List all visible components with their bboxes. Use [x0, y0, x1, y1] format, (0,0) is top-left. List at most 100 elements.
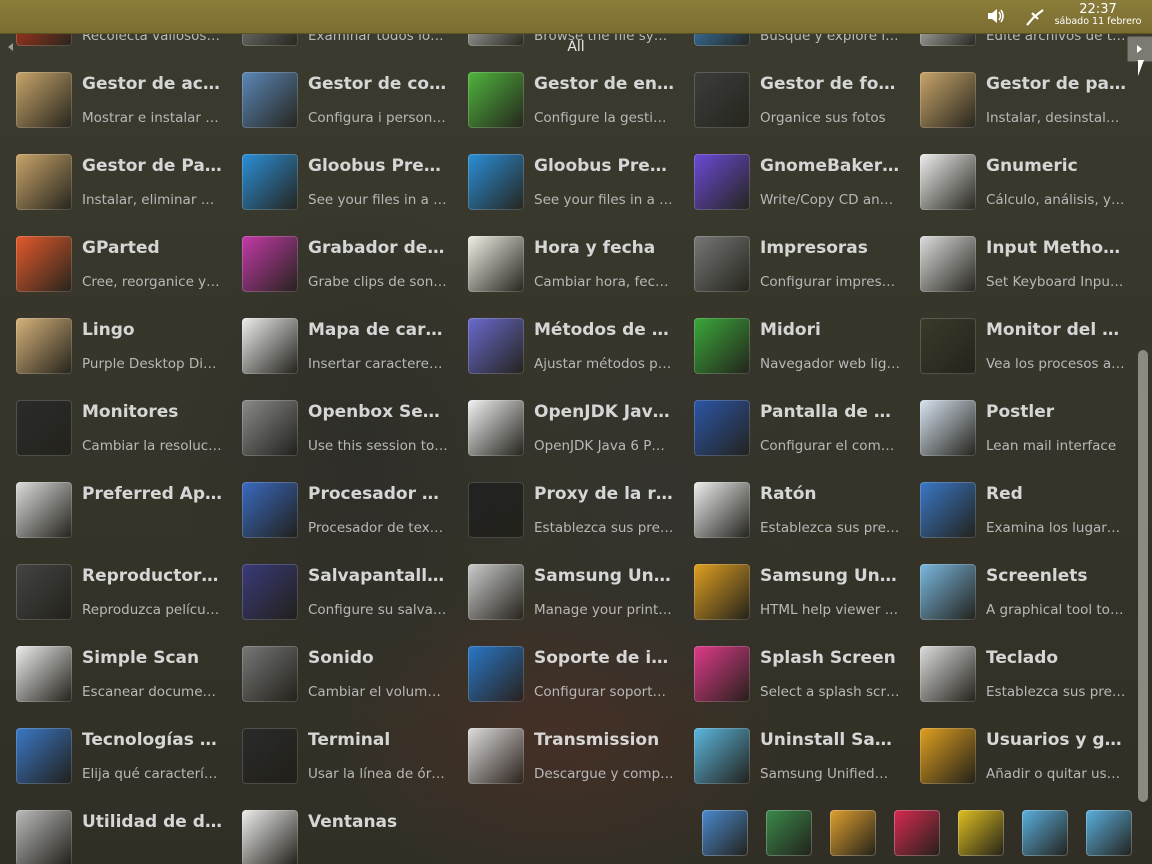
- app-launcher-item[interactable]: Ventanas: [226, 802, 448, 864]
- folder-icon[interactable]: [1086, 810, 1132, 856]
- app-description: Organice sus fotos: [760, 110, 886, 126]
- app-launcher-item[interactable]: GParted Cree, reorganice y…: [0, 228, 222, 298]
- clock-icon: [468, 236, 524, 292]
- app-launcher-item[interactable]: Lingo Purple Desktop Di…: [0, 310, 222, 380]
- app-launcher-item[interactable]: Transmission Descargue y comp…: [452, 720, 674, 790]
- app-launcher-item[interactable]: Grabador de … Grabe clips de sonido: [226, 228, 448, 298]
- gloobus-icon: [242, 154, 298, 210]
- package-install-icon: [16, 154, 72, 210]
- app-launcher-item[interactable]: Browse the file sys…: [452, 34, 674, 52]
- app-launcher-item[interactable]: Gestor de act… Mostrar e instalar l…: [0, 64, 222, 134]
- screenlets-icon: [920, 564, 976, 620]
- app-launcher-item[interactable]: Uninstall Sam… Samsung Unified…: [678, 720, 900, 790]
- app-launcher-item[interactable]: Pantalla de ac… Configurar el comp…: [678, 392, 900, 462]
- app-description: HTML help viewer …: [760, 602, 899, 618]
- app-name: Midori: [760, 320, 821, 340]
- network-icon[interactable]: [1024, 7, 1044, 26]
- app-launcher-item[interactable]: Screenlets A graphical tool to …: [904, 556, 1126, 626]
- maps-icon[interactable]: [702, 810, 748, 856]
- earth-icon[interactable]: [766, 810, 812, 856]
- app-launcher-item[interactable]: Gestor de ene… Configure la gestió…: [452, 64, 674, 134]
- disc-burner-icon: [694, 154, 750, 210]
- app-launcher-item[interactable]: Simple Scan Escanear docume…: [0, 638, 222, 708]
- app-name: Samsung Uni…: [760, 566, 900, 586]
- app-launcher-item[interactable]: Usuarios y gr… Añadir o quitar usu…: [904, 720, 1126, 790]
- app-launcher-item[interactable]: Reproductor … Reproduzca pelícu…: [0, 556, 222, 626]
- app-description: Establezca sus pre…: [760, 520, 900, 536]
- screensaver-icon: [242, 564, 298, 620]
- app-launcher-item[interactable]: Samsung Uni… Manage your print…: [452, 556, 674, 626]
- app-launcher-item[interactable]: Impresoras Configurar impreso…: [678, 228, 900, 298]
- launcher-icon[interactable]: [958, 810, 1004, 856]
- app-launcher-item[interactable]: Gestor de Pa… Instalar, eliminar y …: [0, 146, 222, 216]
- app-launcher-item[interactable]: Sonido Cambiar el volume…: [226, 638, 448, 708]
- app-description: Instalar, eliminar y …: [82, 192, 222, 208]
- app-launcher-item[interactable]: Proxy de la red Establezca sus pre…: [452, 474, 674, 544]
- home-folder-icon[interactable]: [830, 810, 876, 856]
- mouse-cursor: [1138, 60, 1144, 76]
- app-launcher-item[interactable]: Terminal Usar la línea de ór…: [226, 720, 448, 790]
- app-launcher-item[interactable]: Busque y explore i…: [678, 34, 900, 52]
- keyboard-icon: [920, 236, 976, 292]
- app-launcher-item[interactable]: Procesador d… Procesador de text…: [226, 474, 448, 544]
- app-launcher-item[interactable]: Examinar todos los…: [226, 34, 448, 52]
- battery-icon: [468, 72, 524, 128]
- app-name: Tecnologías …: [82, 730, 217, 750]
- app-launcher-item[interactable]: Postler Lean mail interface: [904, 392, 1126, 462]
- app-launcher-item[interactable]: Input Method … Set Keyboard Inpu…: [904, 228, 1126, 298]
- app-launcher-item[interactable]: Soporte de idi… Configurar soporte…: [452, 638, 674, 708]
- character-map-icon: [242, 318, 298, 374]
- app-launcher-item[interactable]: Midori Navegador web lig…: [678, 310, 900, 380]
- system-monitor-icon: [920, 318, 976, 374]
- app-launcher-item[interactable]: Métodos de e… Ajustar métodos p…: [452, 310, 674, 380]
- app-name: Reproductor …: [82, 566, 222, 586]
- app-launcher-item[interactable]: Openbox Ses… Use this session to…: [226, 392, 448, 462]
- app-launcher-item[interactable]: Monitores Cambiar la resoluc…: [0, 392, 222, 462]
- app-launcher-item[interactable]: Monitor del si… Vea los procesos a…: [904, 310, 1126, 380]
- app-launcher-item[interactable]: Ratón Establezca sus pre…: [678, 474, 900, 544]
- app-launcher-item[interactable]: Edite archivos de t…: [904, 34, 1126, 52]
- app-launcher-item[interactable]: Gnumeric Cálculo, análisis, y …: [904, 146, 1126, 216]
- app-launcher-item[interactable]: Preferred Ap…: [0, 474, 222, 544]
- app-description: Establezca sus pre…: [986, 684, 1126, 700]
- app-description: Purple Desktop Di…: [82, 356, 217, 372]
- app-launcher-item[interactable]: Gestor de fot… Organice sus fotos: [678, 64, 900, 134]
- app-launcher-item[interactable]: Tecnologías … Elija qué caracterís…: [0, 720, 222, 790]
- app-launcher-item[interactable]: Salvapantallas Configure su salva…: [226, 556, 448, 626]
- app-name: Grabador de …: [308, 238, 448, 258]
- media-player-icon[interactable]: [894, 810, 940, 856]
- app-launcher-item[interactable]: Red Examina los lugare…: [904, 474, 1126, 544]
- app-name: Procesador d…: [308, 484, 448, 504]
- app-launcher-item[interactable]: Gestor de co… Configura i person…: [226, 64, 448, 134]
- app-description: Write/Copy CD an…: [760, 192, 894, 208]
- app-launcher-item[interactable]: Utilidad de di…: [0, 802, 222, 864]
- app-launcher-item[interactable]: Teclado Establezca sus pre…: [904, 638, 1126, 708]
- compass-icon: [694, 318, 750, 374]
- app-name: Gestor de Pa…: [82, 156, 222, 176]
- app-description: Use this session to…: [308, 438, 448, 454]
- app-launcher-item[interactable]: OpenJDK Jav… OpenJDK Java 6 P…: [452, 392, 674, 462]
- app-name: Splash Screen: [760, 648, 896, 668]
- network-proxy-icon: [468, 482, 524, 538]
- help-book-icon: [694, 564, 750, 620]
- clock[interactable]: 22:37 sábado 11 febrero: [1052, 3, 1144, 27]
- app-launcher-item[interactable]: Gloobus Prev… See your files in a …: [226, 146, 448, 216]
- app-launcher-item[interactable]: Recolecta valiosos…: [0, 34, 222, 52]
- app-name: Terminal: [308, 730, 391, 750]
- app-name: Monitores: [82, 402, 179, 422]
- app-name: GnomeBaker …: [760, 156, 900, 176]
- window-icon[interactable]: [1022, 810, 1068, 856]
- app-launcher-item[interactable]: GnomeBaker … Write/Copy CD an…: [678, 146, 900, 216]
- app-launcher-item[interactable]: Hora y fecha Cambiar hora, fech…: [452, 228, 674, 298]
- app-name: Sonido: [308, 648, 374, 668]
- app-description: Mostrar e instalar l…: [82, 110, 222, 126]
- app-launcher-item[interactable]: Gestor de pa… Instalar, desinstala…: [904, 64, 1126, 134]
- scrollbar[interactable]: [1138, 350, 1148, 802]
- app-description: Configurar soporte…: [534, 684, 674, 700]
- volume-icon[interactable]: [986, 7, 1006, 25]
- app-launcher-item[interactable]: Samsung Uni… HTML help viewer …: [678, 556, 900, 626]
- app-name: Gestor de pa…: [986, 74, 1126, 94]
- app-launcher-item[interactable]: Splash Screen Select a splash scr…: [678, 638, 900, 708]
- app-launcher-item[interactable]: Mapa de cara… Insertar caracteres…: [226, 310, 448, 380]
- app-launcher-item[interactable]: Gloobus Prev… See your files in a …: [452, 146, 674, 216]
